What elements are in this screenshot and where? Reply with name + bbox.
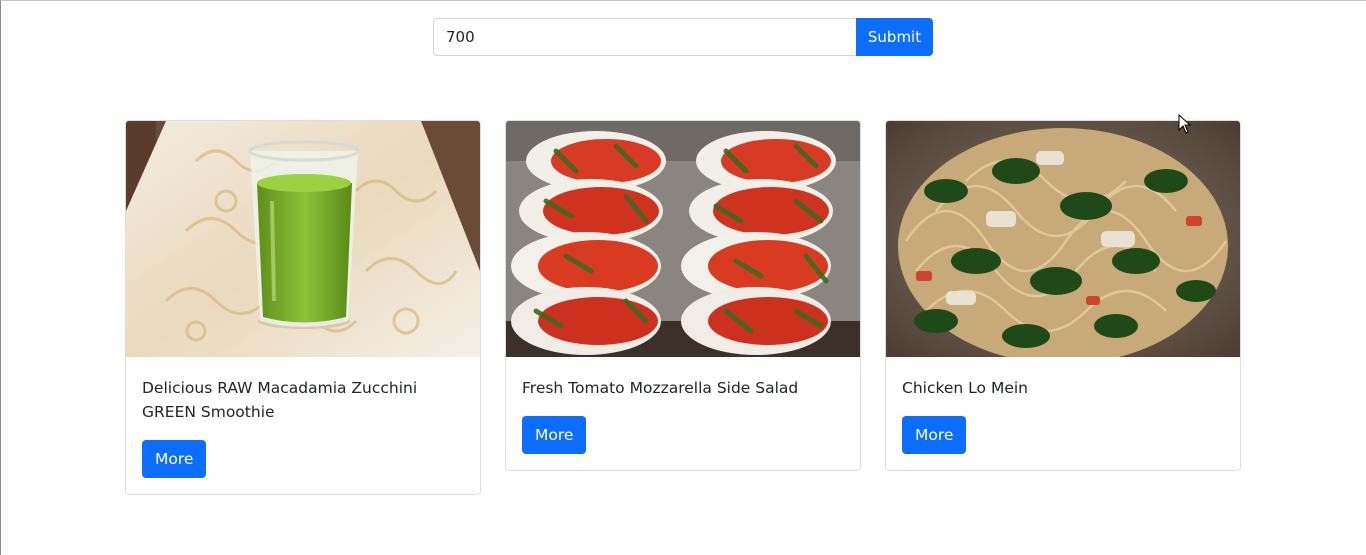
recipe-card: Chicken Lo Mein More [885, 120, 1241, 471]
card-body: Chicken Lo Mein More [886, 357, 1240, 470]
more-button[interactable]: More [142, 440, 207, 478]
more-button[interactable]: More [902, 416, 967, 454]
recipe-image [126, 121, 480, 357]
more-button[interactable]: More [522, 416, 587, 454]
recipe-card: Fresh Tomato Mozzarella Side Salad More [505, 120, 861, 471]
card-body: Delicious RAW Macadamia Zucchini GREEN S… [126, 357, 480, 494]
card-title: Chicken Lo Mein [902, 379, 1028, 397]
search-form: Submit [433, 18, 933, 56]
recipe-image [886, 121, 1240, 357]
recipe-card: Delicious RAW Macadamia Zucchini GREEN S… [125, 120, 481, 495]
mouse-cursor-icon [1178, 114, 1192, 134]
search-input[interactable] [433, 18, 856, 56]
card-title: Fresh Tomato Mozzarella Side Salad [522, 379, 799, 397]
submit-button[interactable]: Submit [856, 18, 933, 56]
recipe-image [506, 121, 860, 357]
card-body: Fresh Tomato Mozzarella Side Salad More [506, 357, 860, 470]
card-title: Delicious RAW Macadamia Zucchini GREEN S… [142, 379, 418, 421]
